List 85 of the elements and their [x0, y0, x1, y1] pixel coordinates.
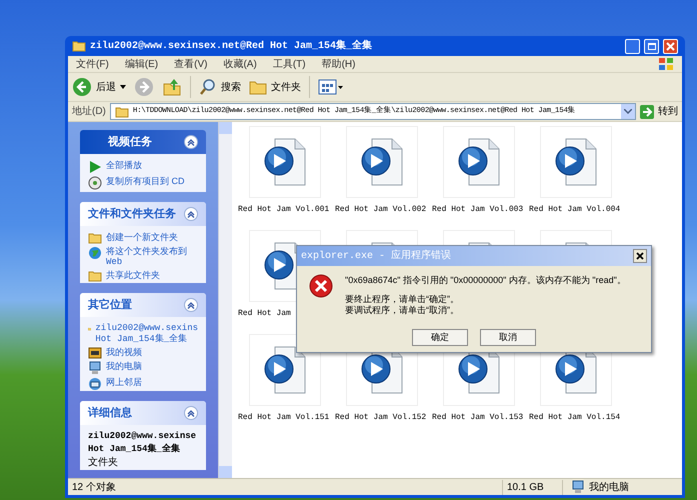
task-link[interactable]: Web: [106, 257, 187, 268]
task-link[interactable]: 将这个文件夹发布到: [106, 246, 187, 258]
up-folder-icon[interactable]: [162, 77, 182, 97]
collapse-icon[interactable]: [184, 135, 198, 149]
menu-item[interactable]: 编辑(E): [124, 56, 158, 72]
task-link[interactable]: 复制所有项目到 CD: [106, 176, 184, 187]
window-title: zilu2002@www.sexinsex.net@Red Hot Jam_154集_全集: [90, 38, 374, 54]
folder-icon: [114, 106, 129, 118]
file-thumbnail[interactable]: [346, 126, 418, 198]
folders-button[interactable]: 文件夹: [249, 79, 301, 95]
menu-item[interactable]: 收藏(A): [223, 56, 257, 72]
task-link[interactable]: 共享此文件夹: [106, 270, 160, 282]
file-name[interactable]: Red Hot Jam Vol.003: [430, 204, 524, 216]
folder-icon: [249, 79, 267, 95]
folder-name: Hot Jam_154集_全集: [88, 444, 181, 456]
address-label: 地址(D): [72, 104, 106, 119]
file-thumbnail[interactable]: [248, 126, 320, 198]
error-icon: [309, 274, 333, 298]
computer-icon: [88, 361, 102, 376]
file-name[interactable]: Red Hot Jam Vol.152: [333, 412, 426, 424]
pane-scrollbar[interactable]: [218, 122, 232, 478]
collapse-icon[interactable]: [184, 406, 198, 420]
dialog-button[interactable]: 取消: [480, 329, 536, 346]
maximize-button[interactable]: [644, 38, 659, 54]
task-link[interactable]: Hot Jam_154集_全集: [95, 334, 198, 346]
error-message: "0x69a8674c" 指令引用的 "0x00000000" 内存。该内存不能为 "read"。: [345, 274, 626, 287]
video-file-icon: [554, 137, 598, 187]
task-link[interactable]: 创建一个新文件夹: [106, 232, 178, 244]
file-thumbnail[interactable]: [442, 126, 514, 198]
folder-icon: [88, 270, 102, 282]
search-icon: [199, 78, 217, 96]
go-arrow-icon: [640, 104, 654, 118]
task-link[interactable]: 我的视频: [106, 347, 142, 358]
back-button[interactable]: 后退: [72, 77, 126, 97]
instruction-text: 要调试程序，请单击“取消”。: [345, 304, 460, 316]
video-file-icon: [456, 137, 500, 187]
instruction-text: 要终止程序，请单击“确定”。: [345, 294, 460, 304]
menu-item[interactable]: 工具(T): [272, 56, 306, 72]
file-thumbnail[interactable]: [540, 126, 612, 198]
globe-icon: [88, 246, 102, 260]
caret-icon: [120, 85, 126, 89]
video-file-icon: [360, 137, 404, 187]
disc-icon: [88, 176, 102, 190]
views-icon[interactable]: [318, 78, 344, 96]
video-file-icon: [262, 345, 306, 395]
panel-title: 文件和文件夹任务: [88, 206, 176, 222]
file-name[interactable]: Red Hot Jam Vol.004: [527, 204, 620, 216]
search-button[interactable]: 搜索: [199, 78, 241, 96]
film-icon: [88, 347, 102, 360]
folder-name: zilu2002@www.sexinse: [88, 431, 198, 442]
panel-title: 其它位置: [88, 298, 132, 313]
task-link[interactable]: 全部播放: [106, 160, 142, 171]
file-name[interactable]: Red Hot Jam Vol.001: [236, 204, 330, 216]
task-link[interactable]: 我的电脑: [106, 361, 142, 372]
folder-icon: [72, 40, 86, 52]
file-name[interactable]: Red Hot Jam Vol.154: [527, 412, 620, 424]
collapse-icon[interactable]: [184, 298, 198, 312]
location-label: 我的电脑: [589, 480, 629, 494]
task-link[interactable]: zilu2002@www.sexins: [95, 323, 198, 334]
folder-type: 文件夹: [88, 457, 119, 468]
file-thumbnail[interactable]: [248, 334, 320, 406]
go-button[interactable]: 转到: [640, 104, 678, 119]
panel-title: 详细信息: [88, 406, 132, 421]
network-icon: [88, 377, 102, 392]
dialog-button[interactable]: 确定: [412, 329, 468, 346]
collapse-icon[interactable]: [184, 207, 198, 222]
computer-icon: [571, 480, 585, 494]
panel-title: 视频任务: [106, 134, 152, 150]
menu-item[interactable]: 帮助(H): [322, 56, 356, 72]
video-file-icon: [262, 137, 306, 187]
object-count: 12 个对象: [71, 480, 117, 494]
menu-item[interactable]: 文件(F): [76, 56, 109, 72]
disk-size: 10.1 GB: [502, 480, 562, 494]
folder-icon: [88, 232, 102, 244]
file-name[interactable]: Red Hot Jam Vol.002: [333, 204, 426, 216]
minimize-button[interactable]: [625, 38, 640, 54]
play-icon: [88, 160, 102, 174]
menu-item[interactable]: 查看(V): [174, 56, 208, 72]
dialog-title: explorer.exe - 应用程序错误: [301, 248, 452, 264]
file-name[interactable]: Red Hot Jam: [236, 308, 291, 320]
file-name[interactable]: Red Hot Jam Vol.151: [236, 412, 330, 424]
close-button[interactable]: [633, 249, 647, 263]
task-link[interactable]: 网上邻居: [106, 377, 142, 388]
file-name[interactable]: Red Hot Jam Vol.153: [430, 412, 524, 424]
windows-logo-icon: [658, 57, 674, 71]
